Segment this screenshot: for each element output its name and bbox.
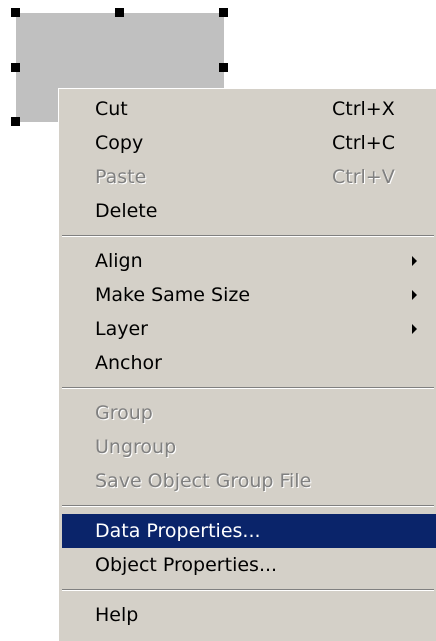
menu-item-shortcut: Ctrl+C bbox=[332, 132, 395, 154]
design-canvas[interactable]: Cut Ctrl+X Copy Ctrl+C Paste Ctrl+V Dele… bbox=[0, 0, 436, 641]
menu-item-data-properties[interactable]: Data Properties... bbox=[62, 514, 436, 548]
menu-item-label: Make Same Size bbox=[95, 284, 251, 306]
menu-item-label: Help bbox=[95, 604, 139, 626]
submenu-arrow-icon bbox=[412, 256, 417, 266]
menu-item-label: Ungroup bbox=[95, 436, 177, 458]
menu-item-ungroup[interactable]: Ungroup bbox=[62, 430, 436, 464]
menu-item-label: Align bbox=[95, 250, 143, 272]
submenu-arrow-icon bbox=[412, 290, 417, 300]
menu-item-label: Delete bbox=[95, 200, 158, 222]
menu-item-label: Anchor bbox=[95, 352, 162, 374]
resize-handle-middle-right[interactable] bbox=[219, 63, 228, 72]
menu-item-label: Copy bbox=[95, 132, 144, 154]
resize-handle-top-left[interactable] bbox=[11, 8, 20, 17]
menu-item-label: Paste bbox=[95, 166, 147, 188]
menu-item-copy[interactable]: Copy Ctrl+C bbox=[62, 126, 436, 160]
menu-item-cut[interactable]: Cut Ctrl+X bbox=[62, 92, 436, 126]
menu-item-object-properties[interactable]: Object Properties... bbox=[62, 548, 436, 582]
resize-handle-top-middle[interactable] bbox=[115, 8, 124, 17]
menu-separator bbox=[62, 505, 434, 507]
menu-item-label: Object Properties... bbox=[95, 554, 278, 576]
menu-separator bbox=[62, 589, 434, 591]
menu-separator bbox=[62, 387, 434, 389]
menu-item-align[interactable]: Align bbox=[62, 244, 436, 278]
menu-item-make-same-size[interactable]: Make Same Size bbox=[62, 278, 436, 312]
menu-item-label: Group bbox=[95, 402, 153, 424]
context-menu: Cut Ctrl+X Copy Ctrl+C Paste Ctrl+V Dele… bbox=[58, 88, 436, 641]
menu-item-layer[interactable]: Layer bbox=[62, 312, 436, 346]
menu-item-anchor[interactable]: Anchor bbox=[62, 346, 436, 380]
resize-handle-middle-left[interactable] bbox=[11, 63, 20, 72]
menu-item-group[interactable]: Group bbox=[62, 396, 436, 430]
menu-item-delete[interactable]: Delete bbox=[62, 194, 436, 228]
menu-item-shortcut: Ctrl+V bbox=[332, 166, 395, 188]
menu-item-label: Data Properties... bbox=[95, 520, 261, 542]
menu-item-label: Save Object Group File bbox=[95, 470, 312, 492]
submenu-arrow-icon bbox=[412, 324, 417, 334]
menu-item-shortcut: Ctrl+X bbox=[332, 98, 395, 120]
menu-separator bbox=[62, 235, 434, 237]
resize-handle-bottom-left[interactable] bbox=[11, 117, 20, 126]
menu-item-label: Cut bbox=[95, 98, 128, 120]
menu-item-help[interactable]: Help bbox=[62, 598, 436, 632]
resize-handle-top-right[interactable] bbox=[219, 8, 228, 17]
menu-item-label: Layer bbox=[95, 318, 148, 340]
menu-item-paste[interactable]: Paste Ctrl+V bbox=[62, 160, 436, 194]
menu-item-save-object-group-file[interactable]: Save Object Group File bbox=[62, 464, 436, 498]
